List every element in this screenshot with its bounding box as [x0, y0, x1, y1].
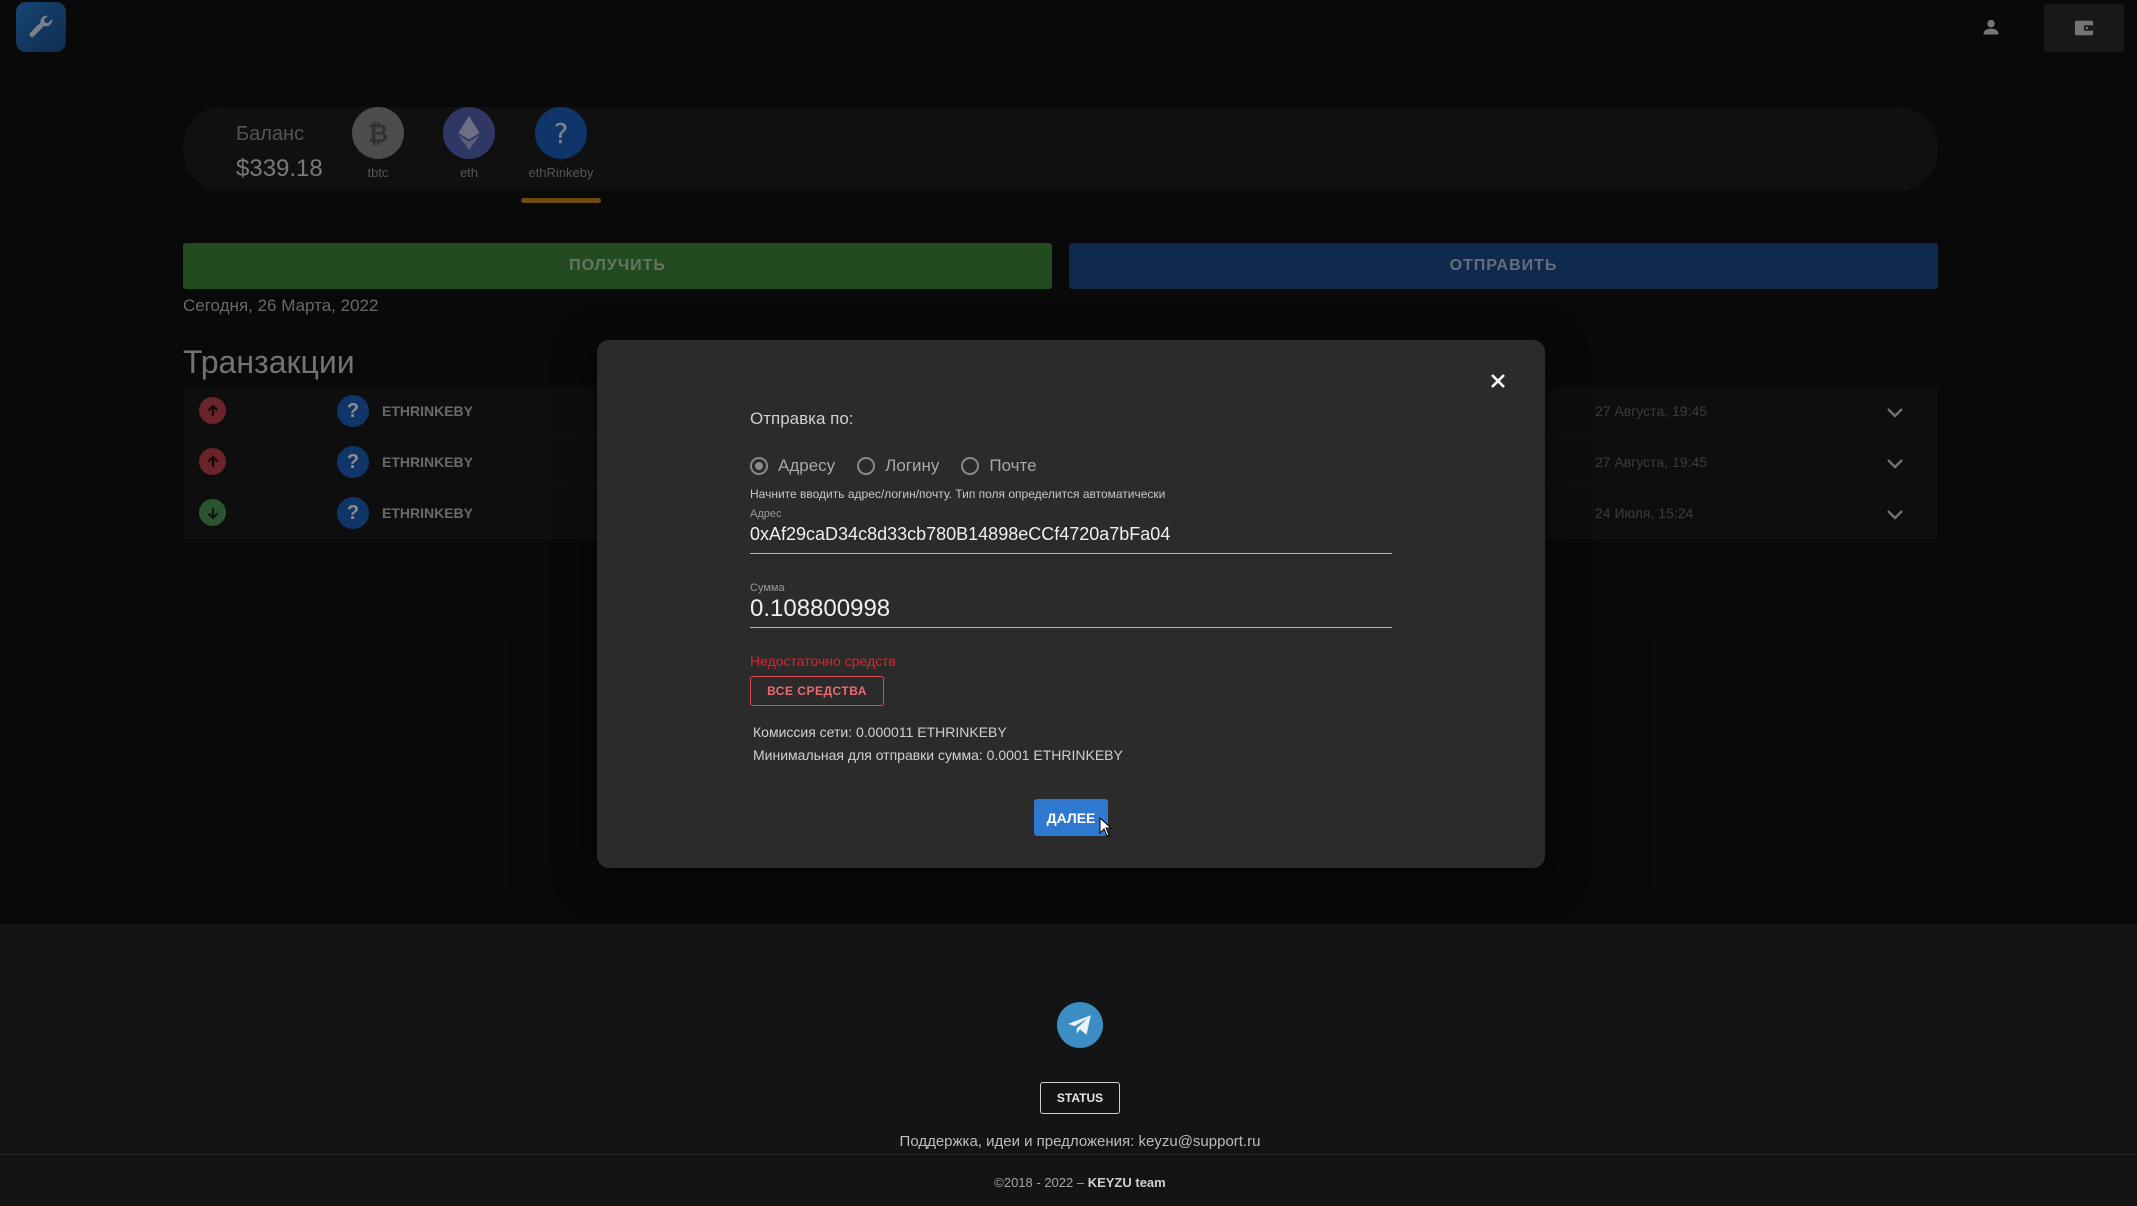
- radio-unchecked-icon: [857, 457, 876, 475]
- copyright: ©2018 - 2022 – KEYZU team: [0, 1175, 2137, 1190]
- radio-label: Логину: [885, 456, 940, 475]
- network-fee: Комиссия сети: 0.000011 ETHRINKEBY: [753, 724, 1007, 740]
- all-funds-button[interactable]: ВСЕ СРЕДСТВА: [750, 676, 884, 706]
- address-field[interactable]: 0xAf29caD34c8d33cb780B14898eCCf4720a7bFa…: [750, 524, 1170, 545]
- error-message: Недостаточно средств: [750, 653, 896, 669]
- address-label: Адрес: [750, 508, 782, 520]
- copyright-team: KEYZU team: [1087, 1175, 1166, 1190]
- send-by-label: Отправка по:: [750, 409, 854, 428]
- send-modal: Отправка по: Адресу Логину Почте Начните…: [597, 340, 1545, 868]
- input-hint: Начните вводить адрес/логин/почту. Тип п…: [750, 487, 1166, 501]
- close-button[interactable]: [1483, 366, 1513, 396]
- amount-underline: [750, 627, 1392, 628]
- telegram-icon[interactable]: [1057, 1002, 1103, 1048]
- minimum-amount: Минимальная для отправки сумма: 0.0001 E…: [753, 747, 1123, 763]
- address-underline: [750, 553, 1392, 554]
- mouse-cursor-icon: [1099, 817, 1113, 837]
- radio-label: Почте: [989, 456, 1037, 475]
- radio-email[interactable]: Почте: [961, 456, 1037, 476]
- radio-login[interactable]: Логину: [857, 456, 939, 476]
- amount-field[interactable]: 0.108800998: [750, 595, 890, 623]
- next-button[interactable]: ДАЛЕЕ: [1034, 799, 1108, 836]
- radio-unchecked-icon: [961, 457, 980, 475]
- support-text: Поддержка, идеи и предложения: keyzu@sup…: [899, 1133, 1261, 1150]
- close-icon: [1491, 374, 1505, 388]
- radio-address[interactable]: Адресу: [750, 456, 835, 476]
- copyright-prefix: ©2018 - 2022 –: [994, 1175, 1088, 1190]
- radio-checked-icon: [750, 457, 768, 475]
- status-button[interactable]: STATUS: [1040, 1082, 1120, 1114]
- amount-label: Сумма: [750, 582, 785, 594]
- radio-label: Адресу: [778, 456, 836, 475]
- send-by-options: Адресу Логину Почте: [750, 456, 1059, 476]
- footer: STATUS Поддержка, идеи и предложения: ke…: [0, 924, 2137, 1206]
- footer-divider: [0, 1154, 2137, 1155]
